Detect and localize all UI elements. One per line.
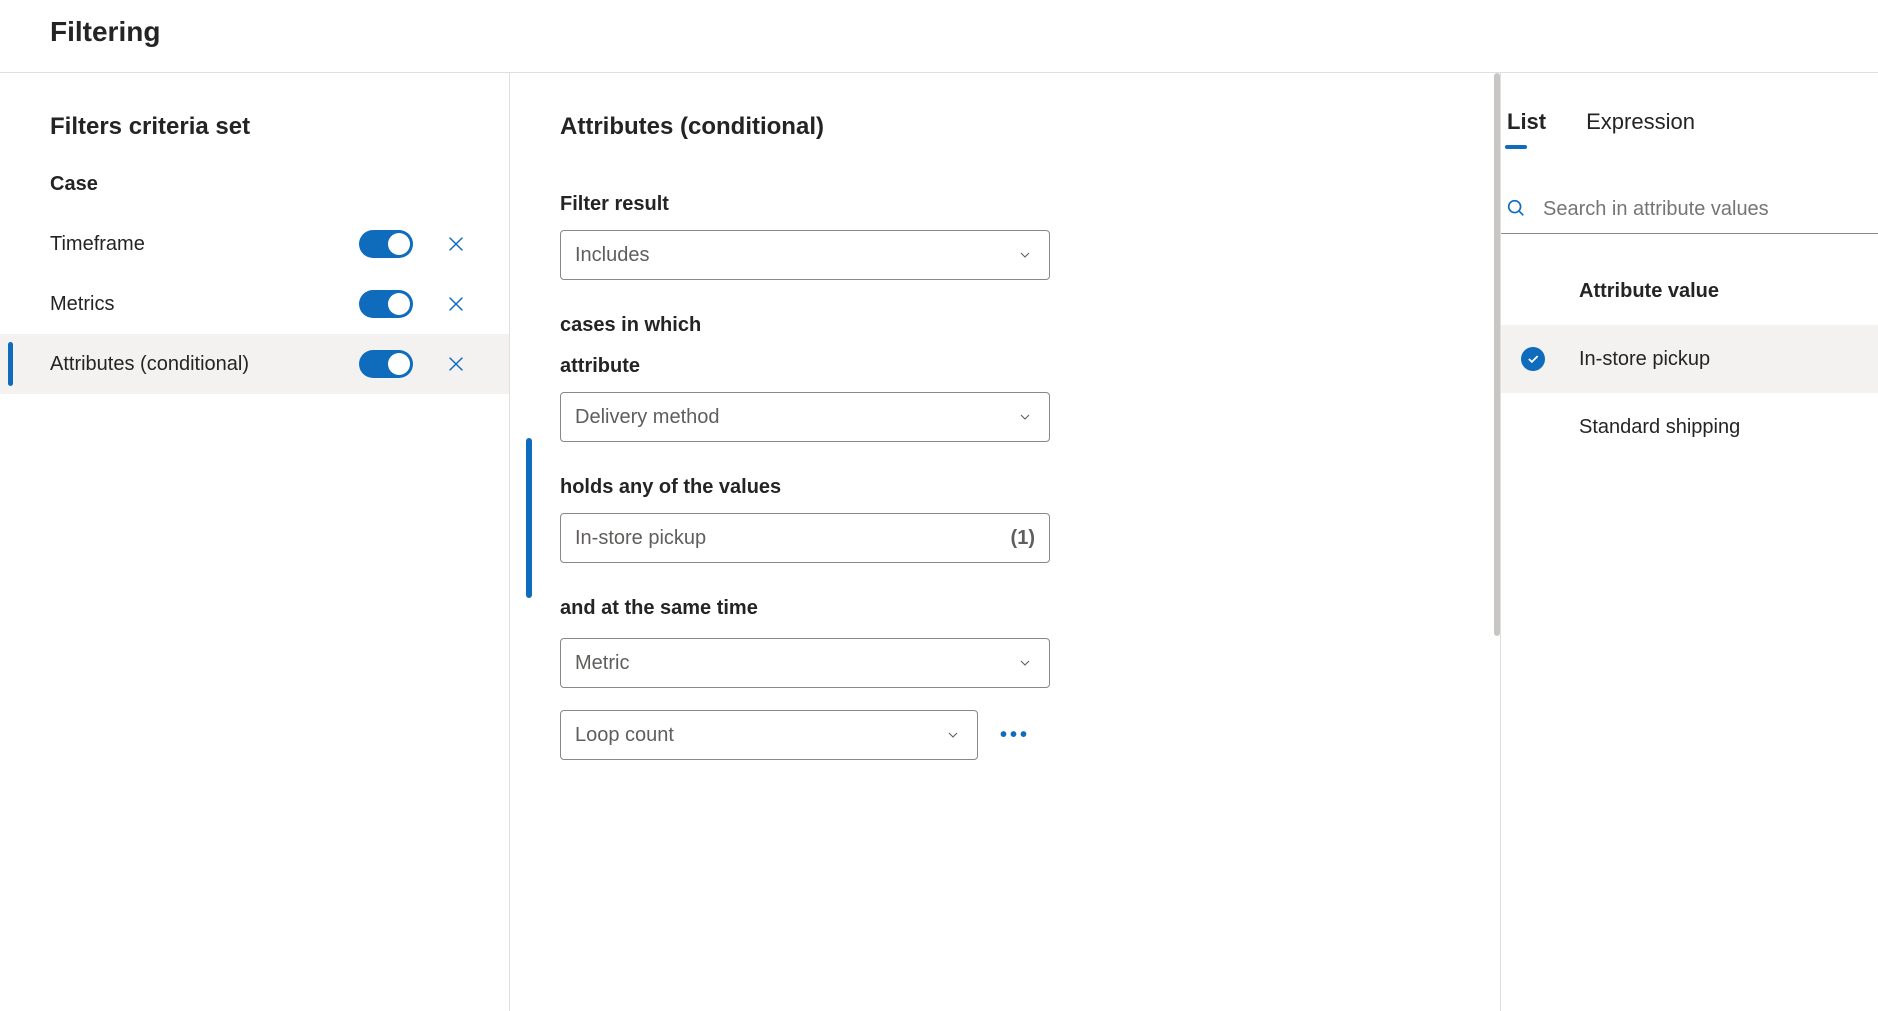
toggle-timeframe[interactable]: [359, 230, 413, 258]
toggle-attributes[interactable]: [359, 350, 413, 378]
select-value: Includes: [575, 244, 1015, 267]
holds-values-select[interactable]: In-store pickup (1): [560, 513, 1050, 563]
tab-expression[interactable]: Expression: [1584, 109, 1697, 147]
select-value: In-store pickup: [575, 527, 1003, 550]
search-row: [1501, 187, 1878, 234]
columns: Filters criteria set Case Timeframe Metr…: [0, 73, 1878, 1011]
active-condition-indicator: [526, 438, 532, 598]
secondary-metric-field: Loop count •••: [560, 710, 1450, 760]
holds-values-count: (1): [1011, 527, 1035, 550]
values-panel: List Expression Attribute value In-store…: [1500, 73, 1878, 1011]
filter-item-label: Metrics: [50, 293, 359, 316]
select-value: Loop count: [575, 724, 943, 747]
metric-field: Metric: [560, 638, 1450, 688]
close-icon[interactable]: [443, 231, 469, 257]
search-input[interactable]: [1543, 198, 1874, 221]
scrollbar[interactable]: [1494, 73, 1500, 1011]
close-icon[interactable]: [443, 351, 469, 377]
more-options-button[interactable]: •••: [1000, 724, 1030, 747]
select-value: Delivery method: [575, 406, 1015, 429]
filter-group-label: Case: [0, 165, 509, 214]
left-section-title: Filters criteria set: [0, 113, 509, 165]
attribute-select[interactable]: Delivery method: [560, 392, 1050, 442]
chevron-down-icon: [1015, 245, 1035, 265]
field-label: holds any of the values: [560, 476, 1450, 499]
cases-in-which-label: cases in which: [560, 314, 1450, 337]
holds-values-block: holds any of the values In-store pickup …: [560, 476, 1450, 563]
attribute-value-row[interactable]: In-store pickup: [1501, 325, 1878, 393]
filter-result-field: Filter result Includes: [560, 193, 1450, 280]
attribute-value-label: In-store pickup: [1579, 348, 1710, 371]
detail-panel: Attributes (conditional) Filter result I…: [510, 73, 1500, 1011]
left-panel: Filters criteria set Case Timeframe Metr…: [0, 73, 510, 1011]
attribute-value-row[interactable]: Standard shipping: [1501, 393, 1878, 461]
field-label: attribute: [560, 355, 1450, 378]
tabs: List Expression: [1505, 109, 1878, 159]
chevron-down-icon: [943, 725, 963, 745]
filter-item-label: Timeframe: [50, 233, 359, 256]
holds-values-field: holds any of the values In-store pickup …: [560, 476, 1450, 563]
attribute-value-header: Attribute value: [1501, 234, 1878, 325]
toggle-metrics[interactable]: [359, 290, 413, 318]
search-icon: [1505, 197, 1529, 221]
checkmark-icon: [1521, 347, 1545, 371]
attribute-field: attribute Delivery method: [560, 355, 1450, 442]
filter-item-metrics[interactable]: Metrics: [0, 274, 509, 334]
and-same-time-label: and at the same time: [560, 597, 1450, 620]
attribute-value-label: Standard shipping: [1579, 416, 1740, 439]
filter-item-attributes-conditional[interactable]: Attributes (conditional): [0, 334, 509, 394]
page-title: Filtering: [0, 0, 1878, 73]
close-icon[interactable]: [443, 291, 469, 317]
chevron-down-icon: [1015, 407, 1035, 427]
field-label: Filter result: [560, 193, 1450, 216]
filter-item-label: Attributes (conditional): [50, 353, 359, 376]
chevron-down-icon: [1015, 653, 1035, 673]
metric-select[interactable]: Metric: [560, 638, 1050, 688]
tab-list[interactable]: List: [1505, 109, 1548, 147]
select-value: Metric: [575, 652, 1015, 675]
loop-count-select[interactable]: Loop count: [560, 710, 978, 760]
checkbox-empty: [1521, 415, 1545, 439]
detail-section-title: Attributes (conditional): [560, 113, 1450, 141]
filter-item-timeframe[interactable]: Timeframe: [0, 214, 509, 274]
filter-result-select[interactable]: Includes: [560, 230, 1050, 280]
